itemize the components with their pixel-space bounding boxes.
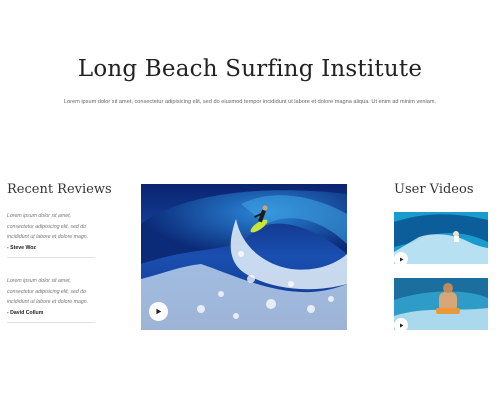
play-icon: [399, 323, 403, 327]
wave-image: [141, 184, 347, 330]
page-tagline: Lorem ipsum dolor sit amet, consectetur …: [63, 99, 437, 105]
review-text-line: incididunt ut labore et dolore magn.: [7, 234, 89, 240]
review-divider: [7, 256, 95, 258]
review-text: Lorem ipsum dolor sit amet, consectetur …: [7, 276, 95, 308]
review-author: - David Collum: [7, 309, 44, 316]
surfer-thumbnail-image: [394, 278, 488, 330]
play-icon: [399, 257, 403, 261]
reviews-heading: Recent Reviews: [7, 182, 112, 197]
review-item: Lorem ipsum dolor sit amet, consectetur …: [7, 211, 95, 258]
review-text-line: Lorem ipsum dolor sit amet,: [7, 278, 72, 284]
play-icon: [156, 308, 162, 315]
review-text-line: consectetur adipisicing elit, sed do: [7, 223, 87, 230]
review-divider: [7, 321, 95, 323]
user-video-play-button[interactable]: [394, 252, 408, 264]
user-video-thumbnail[interactable]: [394, 278, 488, 330]
page-title: Long Beach Surfing Institute: [77, 56, 423, 82]
wave-thumbnail-image: [394, 212, 488, 264]
review-text-line: incididunt ut labore et dolore magn.: [7, 299, 89, 305]
review-item: Lorem ipsum dolor sit amet, consectetur …: [7, 276, 95, 323]
user-video-thumbnail[interactable]: [394, 212, 488, 264]
review-text-line: Lorem ipsum dolor sit amet,: [7, 213, 72, 219]
main-video[interactable]: [141, 184, 347, 330]
main-video-play-button[interactable]: [149, 302, 168, 321]
review-text-line: consectetur adipisicing elit, sed do: [7, 288, 87, 295]
review-text: Lorem ipsum dolor sit amet, consectetur …: [7, 211, 95, 243]
user-video-play-button[interactable]: [394, 318, 408, 330]
review-author: - Steve Woz: [7, 244, 37, 251]
user-videos-heading: User Videos: [394, 182, 474, 197]
